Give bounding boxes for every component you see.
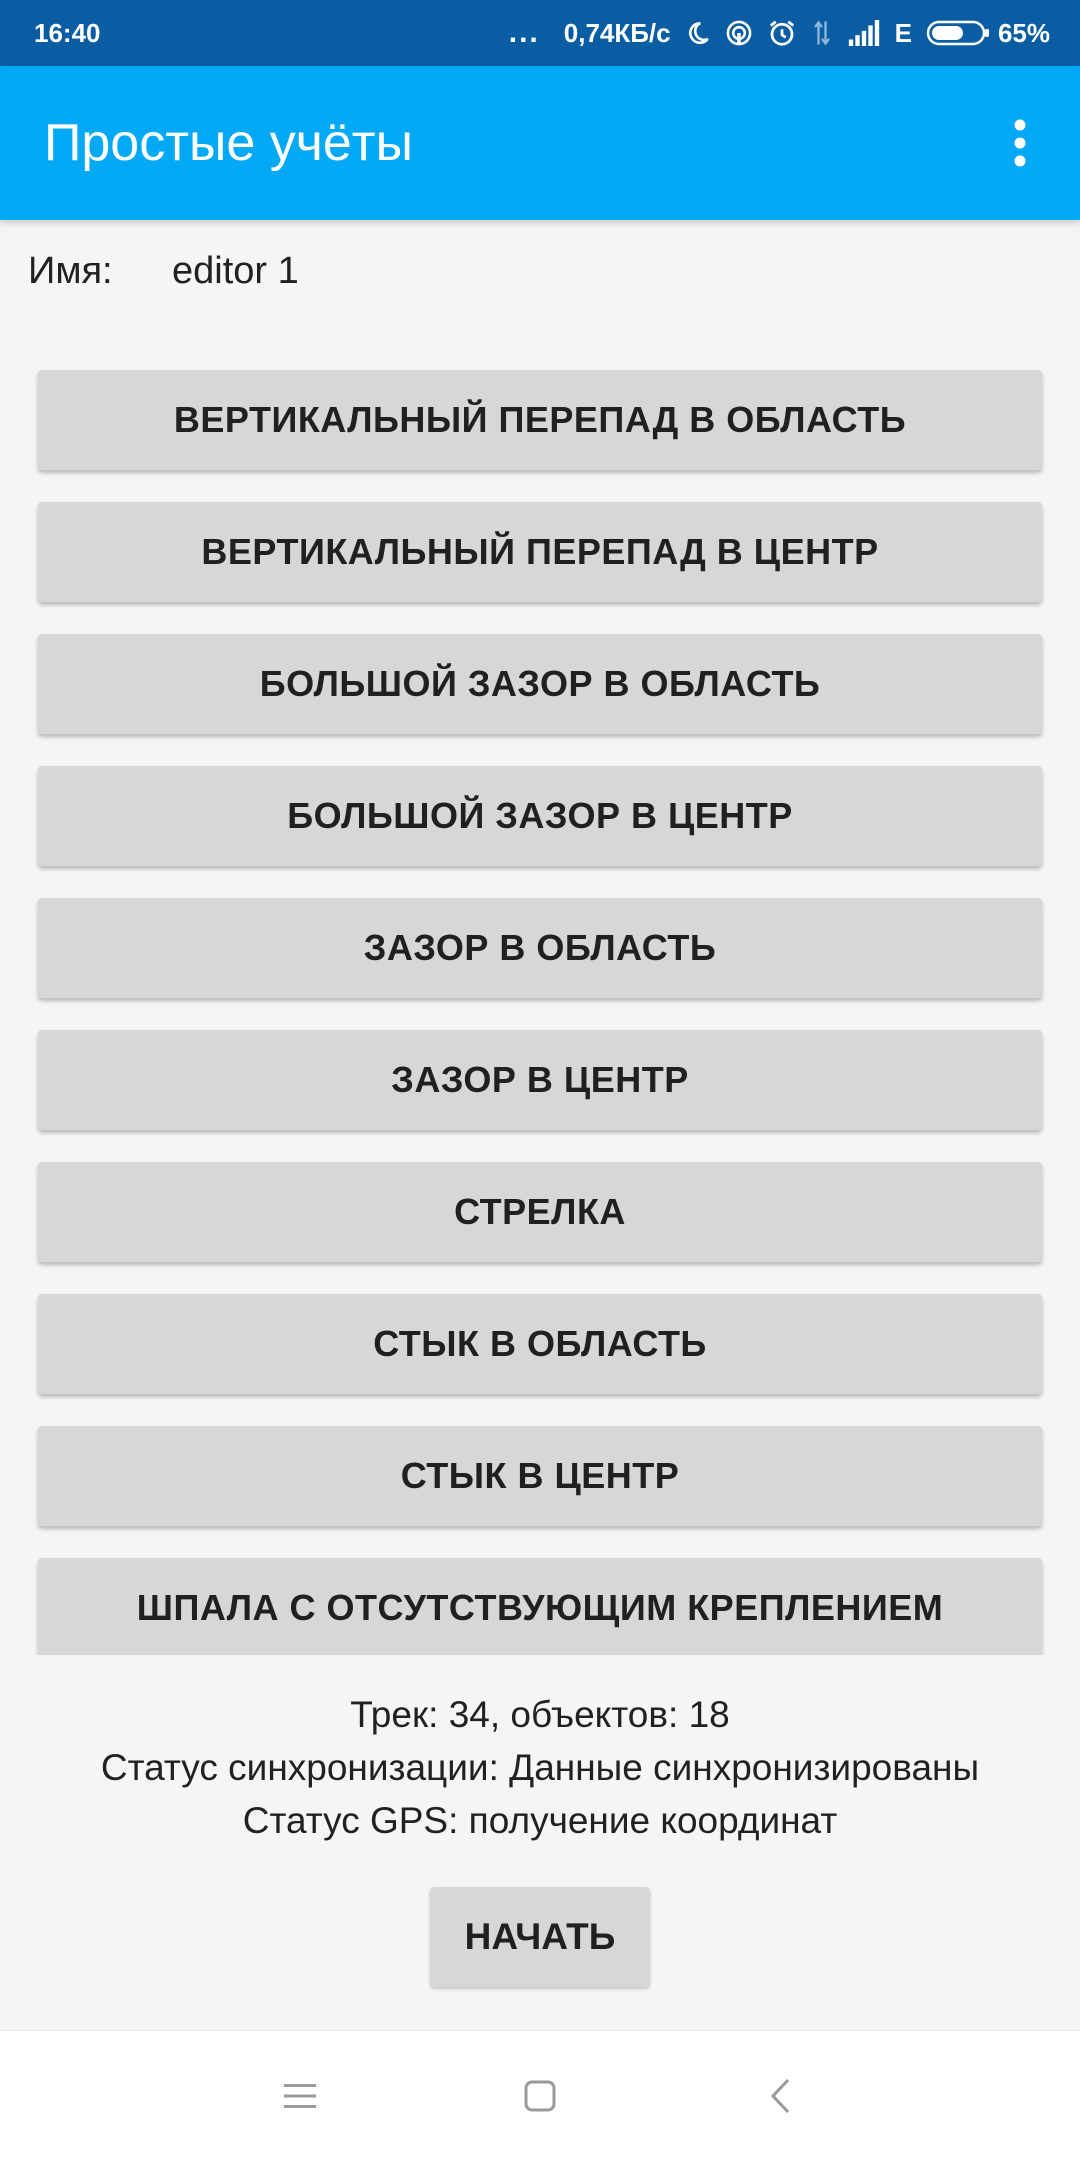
- status-info: Трек: 34, объектов: 18 Статус синхрониза…: [0, 1688, 1080, 1847]
- battery: 65%: [926, 18, 1050, 49]
- status-time: 16:40: [34, 17, 101, 48]
- app-bar: Простые учёты: [0, 66, 1080, 220]
- user-name-label: Имя:: [28, 250, 113, 292]
- record-button-vertical-drop-center[interactable]: ВЕРТИКАЛЬНЫЙ ПЕРЕПАД В ЦЕНТР: [38, 502, 1042, 602]
- menu-icon: [282, 2081, 318, 2111]
- network-type: E: [894, 17, 912, 48]
- track-info: Трек: 34, объектов: 18: [350, 1694, 730, 1735]
- alarm-icon: [767, 18, 797, 48]
- battery-icon: [926, 19, 990, 47]
- record-button-gap-area[interactable]: ЗАЗОР В ОБЛАСТЬ: [38, 898, 1042, 998]
- user-name-value: editor 1: [172, 250, 299, 292]
- app-title: Простые учёты: [44, 114, 413, 172]
- record-buttons-list: ВЕРТИКАЛЬНЫЙ ПЕРЕПАД В ОБЛАСТЬ ВЕРТИКАЛЬ…: [38, 370, 1042, 1655]
- nav-home-button[interactable]: [500, 2056, 580, 2136]
- start-button[interactable]: НАЧАТЬ: [430, 1887, 650, 1987]
- moon-icon: [685, 20, 711, 46]
- more-vert-icon: [1012, 118, 1028, 168]
- home-square-icon: [523, 2079, 557, 2113]
- signal-icon: [847, 20, 881, 46]
- navigation-bar: [0, 2030, 1080, 2160]
- sync-status: Статус синхронизации: Данные синхронизир…: [100, 1747, 980, 1788]
- record-button-gap-center[interactable]: ЗАЗОР В ЦЕНТР: [38, 1030, 1042, 1130]
- back-chevron-icon: [768, 2077, 792, 2115]
- record-button-switch[interactable]: СТРЕЛКА: [38, 1162, 1042, 1262]
- record-button-large-gap-center[interactable]: БОЛЬШОЙ ЗАЗОР В ЦЕНТР: [38, 766, 1042, 866]
- battery-percent: 65%: [997, 17, 1050, 48]
- record-button-sleeper-missing-fastening[interactable]: ШПАЛА С ОТСУТСТВУЮЩИМ КРЕПЛЕНИЕМ: [38, 1558, 1042, 1655]
- status-dots: ...: [508, 16, 540, 49]
- nav-back-button[interactable]: [740, 2056, 820, 2136]
- user-name-row: Имя: editor 1: [28, 250, 299, 293]
- status-bar: 16:40 ... 0,74КБ/с E 65%: [0, 0, 1080, 66]
- record-button-vertical-drop-area[interactable]: ВЕРТИКАЛЬНЫЙ ПЕРЕПАД В ОБЛАСТЬ: [38, 370, 1042, 470]
- status-indicators: ... 0,74КБ/с E 65%: [509, 16, 1050, 50]
- hotspot-icon: [725, 19, 753, 47]
- network-speed: 0,74КБ/с: [563, 17, 671, 48]
- record-buttons-scroll[interactable]: ВЕРТИКАЛЬНЫЙ ПЕРЕПАД В ОБЛАСТЬ ВЕРТИКАЛЬ…: [0, 360, 1080, 1655]
- overflow-menu-button[interactable]: [990, 103, 1050, 183]
- record-button-joint-center[interactable]: СТЫК В ЦЕНТР: [38, 1426, 1042, 1526]
- data-arrows-icon: [811, 19, 833, 47]
- gps-status: Статус GPS: получение координат: [242, 1800, 838, 1841]
- nav-menu-button[interactable]: [260, 2056, 340, 2136]
- record-button-large-gap-area[interactable]: БОЛЬШОЙ ЗАЗОР В ОБЛАСТЬ: [38, 634, 1042, 734]
- record-button-joint-area[interactable]: СТЫК В ОБЛАСТЬ: [38, 1294, 1042, 1394]
